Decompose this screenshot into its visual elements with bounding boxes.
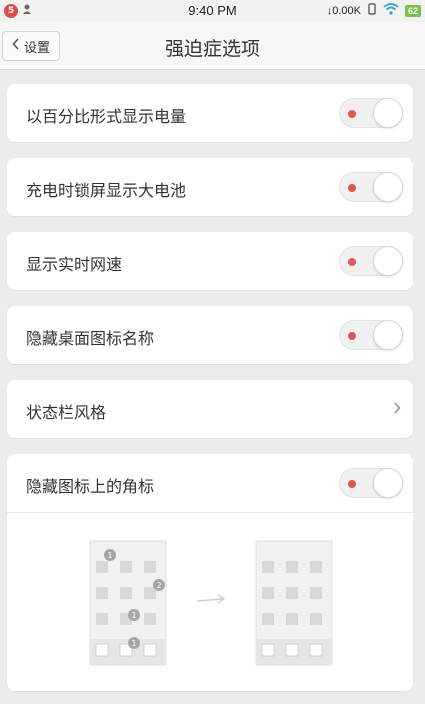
badge-count: 1: [131, 611, 136, 620]
setting-realtime-speed[interactable]: 显示实时网速: [7, 232, 413, 290]
toggle-knob: [373, 320, 403, 350]
page-title: 强迫症选项: [164, 38, 260, 60]
toggle-dot: [348, 110, 356, 118]
toggle-dot: [348, 332, 356, 340]
setting-label: 充电时锁屏显示大电池: [26, 181, 187, 200]
status-bar: 5 9:40 PM ↓0.00K 62: [0, 0, 425, 22]
badge-illustration: 1 2 1 1: [7, 513, 413, 691]
status-right: ↓0.00K 62: [327, 3, 421, 18]
net-speed: ↓0.00K: [326, 4, 361, 17]
toggle-knob: [373, 172, 403, 202]
vibrate-icon: [367, 3, 377, 18]
badge-count: 1: [131, 639, 136, 648]
toggle-knob: [373, 98, 403, 128]
badge-count: 1: [107, 551, 112, 560]
battery-indicator: 62: [404, 4, 421, 17]
toggle-switch[interactable]: [339, 320, 403, 350]
badge-count: 2: [156, 581, 161, 590]
phone-before: 1 2 1 1: [89, 540, 167, 666]
toggle-knob: [373, 468, 403, 498]
toggle-dot: [348, 258, 356, 266]
arrow-right-icon: [196, 594, 226, 604]
setting-hide-icon-names[interactable]: 隐藏桌面图标名称: [7, 306, 413, 364]
toggle-switch[interactable]: [339, 172, 403, 202]
wifi-icon: [383, 3, 399, 18]
toggle-knob: [373, 246, 403, 276]
illustration-graphic: 1 2 1 1: [89, 540, 333, 666]
chevron-right-icon: [393, 399, 401, 418]
setting-label: 以百分比形式显示电量: [26, 107, 187, 126]
setting-label: 隐藏图标上的角标: [26, 477, 155, 496]
setting-statusbar-style[interactable]: 状态栏风格: [7, 380, 413, 438]
setting-label: 隐藏桌面图标名称: [26, 329, 155, 348]
toggle-dot: [348, 480, 356, 488]
setting-label: 状态栏风格: [26, 403, 107, 422]
phone-after: [255, 540, 333, 666]
toggle-dot: [348, 184, 356, 192]
setting-percent-battery[interactable]: 以百分比形式显示电量: [7, 84, 413, 142]
setting-label: 显示实时网速: [26, 255, 123, 274]
setting-hide-badges[interactable]: 隐藏图标上的角标 1 2 1 1: [7, 454, 413, 691]
toggle-switch[interactable]: [339, 98, 403, 128]
title-bar: 设置 强迫症选项: [0, 22, 425, 70]
setting-charging-big-battery[interactable]: 充电时锁屏显示大电池: [7, 158, 413, 216]
toggle-switch[interactable]: [339, 246, 403, 276]
toggle-switch[interactable]: [339, 468, 403, 498]
